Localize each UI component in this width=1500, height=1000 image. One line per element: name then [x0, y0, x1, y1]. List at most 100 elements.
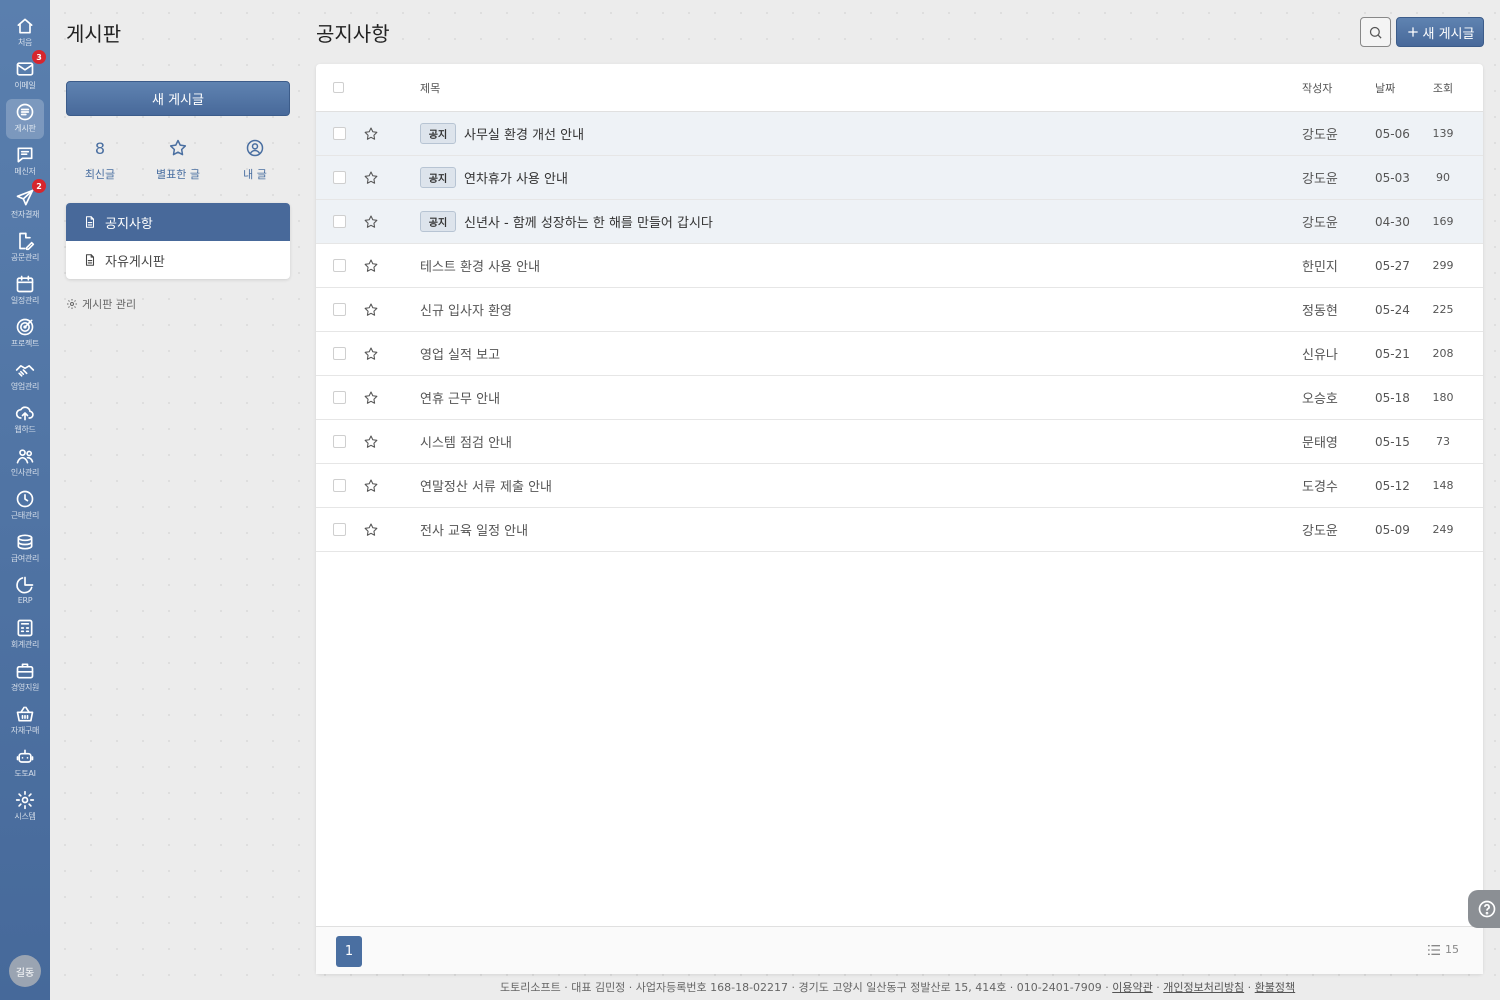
quick-starred[interactable]: 별표한 글 [143, 137, 213, 182]
recent-label: 최신글 [84, 168, 116, 181]
post-title-cell[interactable]: 시스템 점검 안내 [420, 420, 512, 463]
user-circle-icon [245, 137, 265, 159]
page-button[interactable]: 1 [336, 936, 362, 967]
rail-item-18[interactable]: 시스템 [6, 787, 44, 827]
select-all-checkbox[interactable] [333, 64, 346, 111]
people-icon [16, 449, 34, 464]
post-title-cell[interactable]: 테스트 환경 사용 안내 [420, 244, 540, 287]
rail-item-1[interactable]: 이메일 3 [6, 50, 46, 96]
rail-item-9[interactable]: 웹하드 [6, 400, 44, 440]
post-title-cell[interactable]: 전사 교육 일정 안내 [420, 508, 528, 551]
board-item-free[interactable]: 자유게시판 [66, 241, 290, 279]
calculator-icon [17, 619, 33, 637]
post-title: 사무실 환경 개선 안내 [464, 128, 585, 143]
rail-item-8[interactable]: 영업관리 [6, 357, 44, 397]
rail-item-label: ERP [17, 596, 33, 605]
recent-count: 8 [94, 138, 106, 158]
table-row[interactable]: 공지 연차휴가 사용 안내 강도윤 05-03 90 [316, 156, 1483, 200]
star-toggle[interactable] [363, 156, 379, 199]
table-row[interactable]: 공지 사무실 환경 개선 안내 강도윤 05-06 139 [316, 112, 1483, 156]
table-row[interactable]: 전사 교육 일정 안내 강도윤 05-09 249 [316, 508, 1483, 552]
star-toggle[interactable] [363, 112, 379, 155]
rail-item-15[interactable]: 경영지원 [6, 658, 44, 698]
table-row[interactable]: 테스트 환경 사용 안내 한민지 05-27 299 [316, 244, 1483, 288]
rail-item-4[interactable]: 전자결재 2 [6, 179, 46, 225]
row-checkbox[interactable] [333, 156, 346, 199]
new-post-button[interactable]: 새 게시글 [66, 81, 290, 116]
row-checkbox[interactable] [333, 508, 346, 551]
rail-item-13[interactable]: ERP [6, 572, 44, 612]
post-title-cell[interactable]: 영업 실적 보고 [420, 332, 500, 375]
post-author: 한민지 [1302, 260, 1338, 275]
messenger-icon [17, 147, 33, 163]
rail-item-2[interactable]: 게시판 [6, 99, 44, 139]
post-title-cell[interactable]: 공지 연차휴가 사용 안내 [420, 156, 568, 199]
rail-item-5[interactable]: 공문관리 [6, 228, 44, 268]
rail-item-12[interactable]: 급여관리 [6, 529, 44, 569]
rail-item-14[interactable]: 회계관리 [6, 615, 44, 655]
star-toggle[interactable] [363, 332, 379, 375]
star-icon [364, 258, 378, 272]
post-title-cell[interactable]: 공지 신년사 - 함께 성장하는 한 해를 만들어 갑시다 [420, 200, 713, 243]
star-toggle[interactable] [363, 420, 379, 463]
document-edit-icon [19, 232, 35, 251]
row-checkbox[interactable] [333, 288, 346, 331]
rail-item-17[interactable]: 도토AI [6, 744, 44, 784]
refund-link[interactable]: 환불정책 [1255, 981, 1295, 994]
star-toggle[interactable] [363, 288, 379, 331]
post-title-cell[interactable]: 연말정산 서류 제출 안내 [420, 464, 552, 507]
row-checkbox[interactable] [333, 112, 346, 155]
post-date: 05-21 [1375, 346, 1410, 361]
post-author: 도경수 [1302, 480, 1338, 495]
table-row[interactable]: 시스템 점검 안내 문태영 05-15 73 [316, 420, 1483, 464]
post-date: 05-06 [1375, 126, 1410, 141]
terms-link[interactable]: 이용약관 [1112, 981, 1152, 994]
table-row[interactable]: 연휴 근무 안내 오승호 05-18 180 [316, 376, 1483, 420]
quick-my-posts[interactable]: 내 글 [220, 137, 290, 182]
post-title-cell[interactable]: 연휴 근무 안내 [420, 376, 500, 419]
row-checkbox[interactable] [333, 200, 346, 243]
help-button[interactable] [1468, 890, 1500, 928]
rail-item-label: 게시판 [14, 124, 36, 133]
table-row[interactable]: 영업 실적 보고 신유나 05-21 208 [316, 332, 1483, 376]
board-manage-link[interactable]: 게시판 관리 [66, 296, 136, 312]
document-icon [85, 254, 95, 266]
post-views: 249 [1432, 523, 1454, 536]
rail-item-0[interactable]: 처음 [6, 13, 44, 53]
star-icon [364, 522, 378, 536]
unread-badge: 2 [32, 179, 46, 193]
rail-item-7[interactable]: 프로젝트 [6, 314, 44, 354]
post-author: 오승호 [1302, 392, 1338, 407]
page-size-selector[interactable]: 15 [1427, 943, 1459, 956]
new-post-button-top[interactable]: 새 게시글 [1396, 17, 1484, 47]
row-checkbox[interactable] [333, 420, 346, 463]
star-toggle[interactable] [363, 464, 379, 507]
post-title-cell[interactable]: 신규 입사자 환영 [420, 288, 512, 331]
row-checkbox[interactable] [333, 464, 346, 507]
rail-item-3[interactable]: 메신저 [6, 142, 44, 182]
post-title-cell[interactable]: 공지 사무실 환경 개선 안내 [420, 112, 584, 155]
table-row[interactable]: 신규 입사자 환영 정동현 05-24 225 [316, 288, 1483, 332]
row-checkbox[interactable] [333, 332, 346, 375]
star-toggle[interactable] [363, 508, 379, 551]
post-views: 73 [1436, 435, 1450, 448]
star-toggle[interactable] [363, 244, 379, 287]
star-toggle[interactable] [363, 200, 379, 243]
board-item-notice[interactable]: 공지사항 [66, 203, 290, 241]
table-row[interactable]: 공지 신년사 - 함께 성장하는 한 해를 만들어 갑시다 강도윤 04-30 169 [316, 200, 1483, 244]
post-title: 연차휴가 사용 안내 [464, 172, 568, 187]
table-row[interactable]: 연말정산 서류 제출 안내 도경수 05-12 148 [316, 464, 1483, 508]
privacy-link[interactable]: 개인정보처리방침 [1163, 981, 1244, 994]
row-checkbox[interactable] [333, 244, 346, 287]
quick-recent[interactable]: 8 최신글 [65, 137, 135, 182]
post-views: 208 [1432, 347, 1454, 360]
rail-item-16[interactable]: 자재구매 [6, 701, 44, 741]
rail-item-label: 처음 [17, 38, 33, 47]
search-button[interactable] [1360, 17, 1391, 47]
star-toggle[interactable] [363, 376, 379, 419]
user-avatar[interactable]: 길동 [9, 955, 41, 987]
rail-item-11[interactable]: 근태관리 [6, 486, 44, 526]
row-checkbox[interactable] [333, 376, 346, 419]
rail-item-6[interactable]: 일정관리 [6, 271, 44, 311]
rail-item-10[interactable]: 인사관리 [6, 443, 44, 483]
